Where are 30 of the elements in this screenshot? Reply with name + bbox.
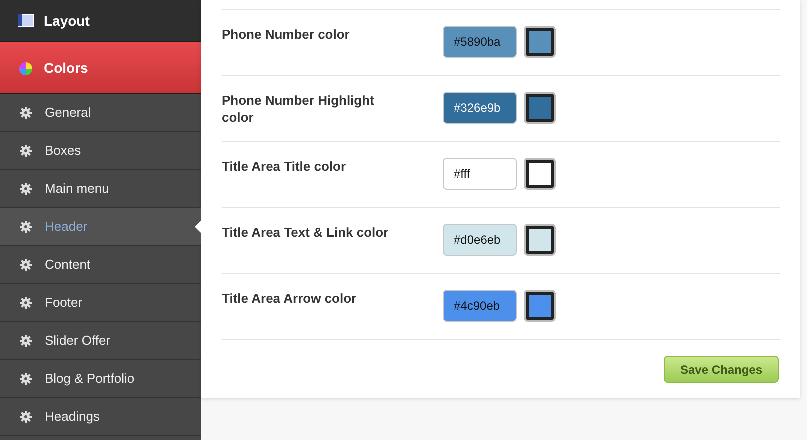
gear-icon bbox=[20, 410, 32, 422]
color-picker-button[interactable] bbox=[524, 158, 556, 190]
layout-icon bbox=[18, 14, 34, 27]
color-value-field[interactable]: #326e9b bbox=[443, 92, 517, 124]
setting-label: Title Area Title color bbox=[222, 158, 348, 175]
color-wheel-icon bbox=[18, 60, 34, 76]
color-picker-button[interactable] bbox=[524, 92, 556, 124]
color-value-field[interactable]: #fff bbox=[443, 158, 517, 190]
sidebar-section[interactable]: Layout bbox=[0, 0, 201, 42]
color-value-field[interactable]: #4c90eb bbox=[443, 290, 517, 322]
setting-label: Title Area Arrow color bbox=[222, 290, 358, 307]
gear-icon bbox=[20, 106, 32, 118]
color-value-field[interactable]: #d0e6eb bbox=[443, 224, 517, 256]
save-button[interactable]: Save Changes bbox=[664, 356, 779, 383]
gear-icon bbox=[20, 372, 32, 384]
sidebar-item[interactable]: Headings bbox=[0, 398, 201, 436]
gear-icon bbox=[20, 334, 32, 346]
gear-icon bbox=[20, 182, 32, 194]
setting-label: Title Area Text & Link color bbox=[222, 224, 390, 241]
color-picker-button[interactable] bbox=[524, 224, 556, 256]
sidebar-section[interactable]: Colors bbox=[0, 42, 201, 94]
color-picker-button[interactable] bbox=[524, 290, 556, 322]
gear-icon bbox=[20, 144, 32, 156]
setting-label: Phone Number color bbox=[222, 26, 351, 43]
gear-icon bbox=[20, 220, 32, 232]
gear-icon bbox=[20, 296, 32, 308]
color-picker-button[interactable] bbox=[524, 26, 556, 58]
gear-icon bbox=[20, 258, 32, 270]
color-value-field[interactable]: #5890ba bbox=[443, 26, 517, 58]
setting-label: Phone Number Highlight color bbox=[222, 92, 376, 126]
